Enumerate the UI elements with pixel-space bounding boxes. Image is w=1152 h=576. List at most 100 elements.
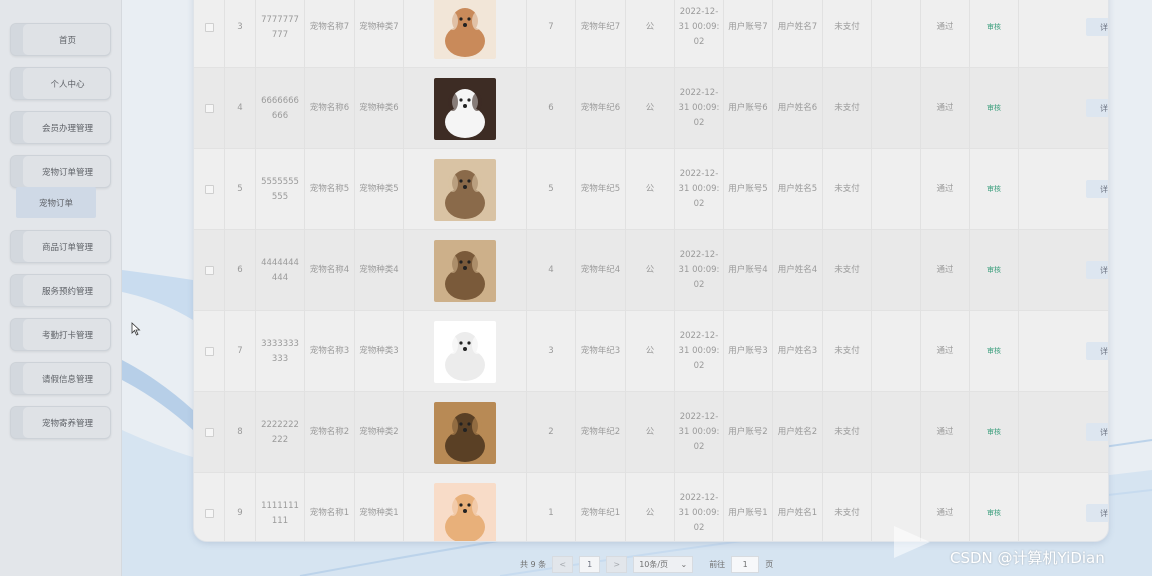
sidebar-item-attendance[interactable]: 考勤打卡管理	[10, 318, 111, 351]
sidebar-item-label: 首页	[58, 35, 76, 46]
row-spacer-cell	[1019, 392, 1086, 473]
cell-index: 4	[225, 68, 256, 149]
detail-button[interactable]: 详	[1086, 18, 1108, 36]
cell-pet-name: 宠物名称3	[305, 311, 355, 392]
cell-audit[interactable]: 审核	[970, 311, 1019, 392]
detail-button[interactable]: 详	[1086, 504, 1108, 522]
watermark-text: CSDN @计算机YiDian	[950, 549, 1105, 567]
sidebar-item-label: 服务预约管理	[41, 286, 93, 297]
cell-audit[interactable]: 审核	[970, 392, 1019, 473]
page-size-select[interactable]: 10条/页 ⌄	[633, 556, 694, 573]
cell-blank	[872, 0, 921, 68]
cell-index: 6	[225, 230, 256, 311]
cell-gender: 公	[626, 68, 675, 149]
row-checkbox-cell	[194, 311, 225, 392]
cell-audit[interactable]: 审核	[970, 68, 1019, 149]
cell-pet-age: 宠物年纪6	[576, 68, 626, 149]
cell-account: 用户账号3	[724, 311, 773, 392]
cell-date: 2022-12-31 00:09:02	[675, 473, 724, 541]
sidebar-item-leave[interactable]: 请假信息管理	[10, 362, 111, 395]
row-checkbox[interactable]	[204, 23, 214, 32]
cell-review: 通过	[921, 149, 970, 230]
cell-pet-name: 宠物名称1	[305, 473, 355, 541]
cell-review: 通过	[921, 311, 970, 392]
cell-account: 用户账号1	[724, 473, 773, 541]
cell-age-num: 6	[527, 68, 576, 149]
cell-pet-type: 宠物种类2	[355, 392, 404, 473]
cell-audit[interactable]: 审核	[970, 149, 1019, 230]
row-checkbox-cell	[194, 0, 225, 68]
dog-photo-2[interactable]	[434, 401, 496, 464]
cell-pay-status: 未支付	[823, 473, 872, 541]
dog-photo-7[interactable]	[434, 0, 496, 59]
row-checkbox[interactable]	[204, 185, 214, 194]
cell-audit[interactable]: 审核	[970, 230, 1019, 311]
cell-blank	[872, 392, 921, 473]
cell-age-num: 4	[527, 230, 576, 311]
cell-user-name: 用户姓名5	[773, 149, 823, 230]
detail-button[interactable]: 详	[1086, 423, 1108, 441]
mouse-cursor-icon	[131, 322, 141, 336]
sidebar-item-service-booking[interactable]: 服务预约管理	[10, 274, 111, 307]
table-row: 7 3333333333 宠物名称3 宠物种类3 3 宠物年纪3 公 2022-12-31 0…	[194, 311, 1108, 392]
chevron-right-icon: >	[613, 560, 621, 569]
sidebar-item-label: 个人中心	[50, 79, 85, 90]
dog-photo-4[interactable]	[434, 239, 496, 302]
row-checkbox[interactable]	[204, 104, 214, 113]
prev-page-button[interactable]: <	[552, 556, 574, 573]
dog-photo-6[interactable]	[434, 77, 496, 140]
row-checkbox[interactable]	[204, 266, 214, 275]
row-checkbox[interactable]	[204, 509, 214, 518]
dog-photo-3[interactable]	[434, 320, 496, 383]
cell-gender: 公	[626, 392, 675, 473]
cell-gender: 公	[626, 149, 675, 230]
cell-code: 3333333333	[256, 311, 305, 392]
detail-button[interactable]: 详	[1086, 261, 1108, 279]
cell-age-num: 2	[527, 392, 576, 473]
sidebar-item-home[interactable]: 首页	[10, 23, 111, 56]
cell-date: 2022-12-31 00:09:02	[675, 230, 724, 311]
detail-button[interactable]: 详	[1086, 99, 1108, 117]
row-spacer-cell	[1019, 473, 1086, 541]
goto-page-input[interactable]: 1	[731, 556, 760, 573]
detail-button[interactable]: 详	[1086, 180, 1108, 198]
cell-audit[interactable]: 审核	[970, 473, 1019, 541]
sidebar-item-product-orders[interactable]: 商品订单管理	[10, 230, 111, 263]
row-checkbox[interactable]	[204, 428, 214, 437]
cell-pet-type: 宠物种类6	[355, 68, 404, 149]
next-page-button[interactable]: >	[606, 556, 628, 573]
cell-review: 通过	[921, 230, 970, 311]
cell-audit[interactable]: 审核	[970, 0, 1019, 68]
cell-account: 用户账号2	[724, 392, 773, 473]
cell-gender: 公	[626, 311, 675, 392]
sidebar-item-membership[interactable]: 会员办理管理	[10, 111, 111, 144]
sidebar-item-label: 请假信息管理	[41, 374, 93, 385]
cell-age-num: 5	[527, 149, 576, 230]
table-row: 8 2222222222 宠物名称2 宠物种类2 2 宠物年纪2 公 2022-12-31 0…	[194, 392, 1108, 473]
dog-photo-5[interactable]	[434, 158, 496, 221]
detail-button[interactable]: 详	[1086, 342, 1108, 360]
cell-date: 2022-12-31 00:09:02	[675, 311, 724, 392]
sidebar-item-label: 宠物订单管理	[41, 167, 93, 178]
row-checkbox-cell	[194, 149, 225, 230]
cell-date: 2022-12-31 00:09:02	[675, 68, 724, 149]
cell-pet-name: 宠物名称7	[305, 0, 355, 68]
cell-gender: 公	[626, 230, 675, 311]
goto-page-value: 1	[742, 560, 748, 569]
cell-pet-age: 宠物年纪1	[576, 473, 626, 541]
sidebar-item-pet-boarding[interactable]: 宠物寄养管理	[10, 406, 111, 439]
watermark-arrow-icon	[894, 526, 930, 558]
row-checkbox-cell	[194, 473, 225, 541]
cell-user-name: 用户姓名7	[773, 0, 823, 68]
pet-image-cell	[404, 473, 527, 543]
page-number-button[interactable]: 1	[579, 556, 601, 573]
sidebar-subitem-pet-order[interactable]: 宠物订单	[16, 187, 96, 218]
cell-account: 用户账号7	[724, 0, 773, 68]
dog-photo-1[interactable]	[434, 482, 496, 543]
sidebar-item-pet-orders[interactable]: 宠物订单管理	[10, 155, 111, 188]
sidebar-item-personal-center[interactable]: 个人中心	[10, 67, 111, 100]
cell-code: 2222222222	[256, 392, 305, 473]
cell-age-num: 3	[527, 311, 576, 392]
row-checkbox-cell	[194, 392, 225, 473]
row-checkbox[interactable]	[204, 347, 214, 356]
